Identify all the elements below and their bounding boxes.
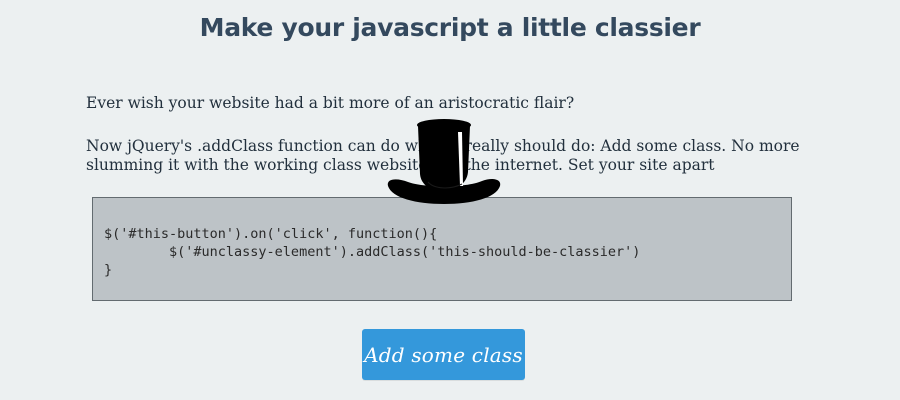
intro-question: Ever wish your website had a bit more of… [86,94,575,112]
code-line: $('#unclassy-element').addClass('this-sh… [104,244,641,260]
code-block: $('#this-button').on('click', function()… [92,197,792,301]
page: Make your javascript a little classier E… [0,0,900,400]
code-line: } [104,262,113,278]
code-line: $('#this-button').on('click', function()… [104,226,438,242]
page-title: Make your javascript a little classier [199,13,701,42]
add-some-class-button[interactable]: Add some class [362,329,525,380]
top-hat-icon [387,119,501,204]
code-sample: $('#this-button').on('click', function()… [104,225,640,279]
